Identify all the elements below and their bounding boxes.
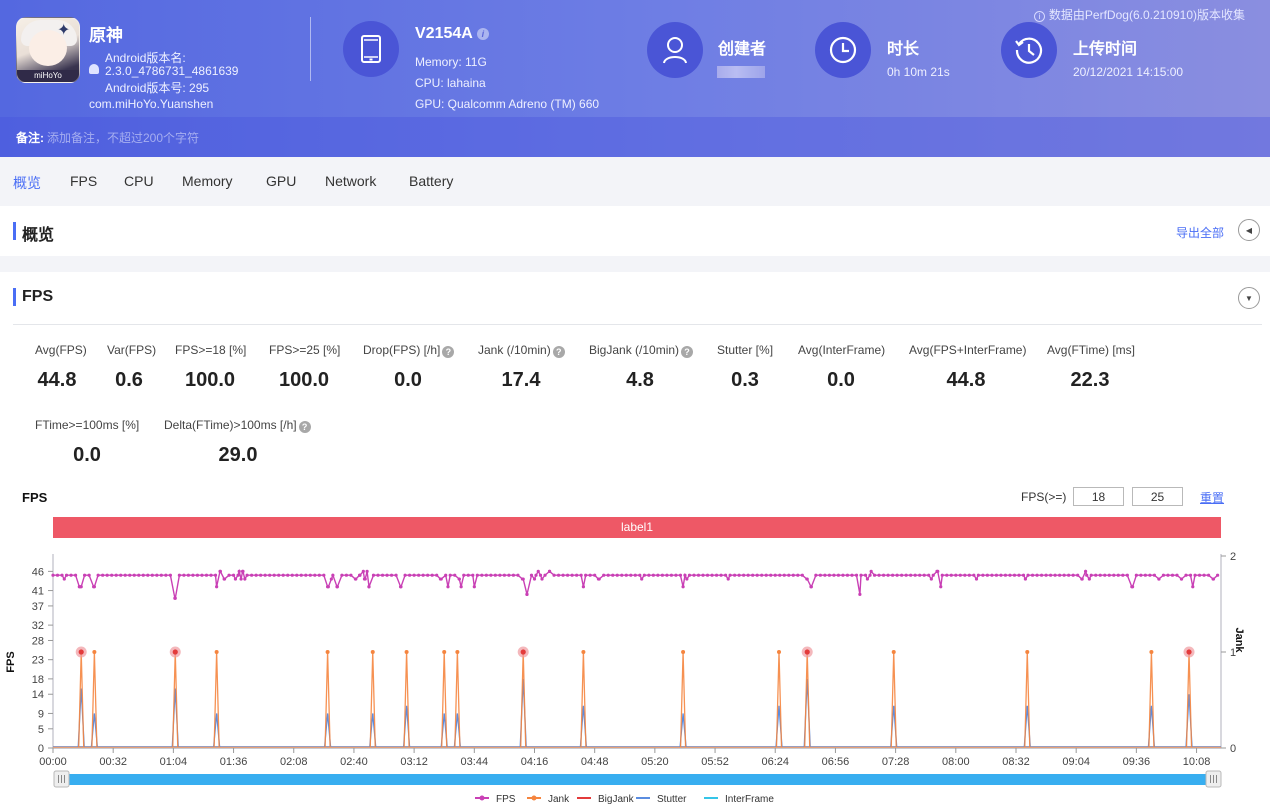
creator-title: 创建者 [718, 41, 767, 58]
report-header: ✦ miHoYo 原神 Android版本名: 2.3.0_4786731_48… [0, 0, 1270, 157]
app-name: 原神 [89, 26, 123, 45]
export-all-link[interactable]: 导出全部 [1176, 224, 1224, 241]
note-label: 备注: [16, 131, 44, 145]
device-memory: Memory: 11G [415, 55, 487, 69]
range-label-bar[interactable]: label1 [53, 517, 1221, 538]
metric-label: Avg(FPS+InterFrame) [909, 343, 1026, 357]
metric-value: 4.8 [626, 369, 654, 391]
overview-card [0, 206, 1270, 256]
help-icon[interactable]: ? [442, 346, 455, 358]
duration-value: 0h 10m 21s [887, 65, 950, 79]
metric-label: Jank (/10min)? [478, 343, 565, 358]
metric-label: BigJank (/10min)? [589, 343, 694, 358]
section-marker [13, 288, 16, 306]
caret-left-icon: ◀ [1245, 225, 1253, 235]
header-divider [310, 17, 311, 81]
duration-title: 时长 [887, 41, 920, 58]
help-icon[interactable]: ? [298, 421, 311, 433]
metric-label-text: Stutter [%] [717, 343, 774, 357]
section-marker [13, 222, 16, 240]
help-icon[interactable]: ? [681, 346, 694, 358]
metric-value: 44.8 [37, 369, 77, 391]
device-cpu: CPU: lahaina [415, 76, 486, 90]
android-icon [89, 64, 99, 74]
metric-value: 100.0 [184, 369, 236, 391]
tab-battery[interactable]: Battery [409, 173, 453, 189]
metric-label: Drop(FPS) [/h]? [363, 343, 455, 358]
app-icon: ✦ miHoYo [16, 17, 80, 83]
device-model: V2154A i [415, 25, 489, 43]
tab-overview[interactable]: 概览 [13, 173, 41, 193]
metric-value: 0.6 [115, 369, 143, 391]
tab-network[interactable]: Network [325, 173, 376, 189]
upload-time: 20/12/2021 14:15:00 [1073, 65, 1184, 79]
device-gpu: GPU: Qualcomm Adreno (TM) 660 [415, 97, 600, 111]
creator-name-redacted [717, 66, 765, 78]
fps-threshold-2-input[interactable] [1132, 487, 1183, 506]
metric-label: Avg(FPS) [35, 343, 87, 357]
metric-label: Avg(InterFrame) [798, 343, 885, 357]
clock-icon [815, 22, 871, 78]
overview-title: 概览 [22, 227, 55, 244]
metric-label: FPS>=25 [%] [269, 343, 340, 357]
fps-section-title: FPS [22, 288, 54, 305]
help-icon[interactable]: ? [552, 346, 565, 358]
fps-threshold-label: FPS(>=) [1021, 490, 1067, 504]
metric-label-text: Avg(FPS) [35, 343, 87, 357]
metric-label-text: BigJank (/10min) [589, 343, 680, 357]
metric-label-text: FTime>=100ms [%] [35, 418, 140, 432]
metric-label-text: Var(FPS) [107, 343, 157, 357]
tab-fps[interactable]: FPS [70, 173, 97, 189]
metric-label: Delta(FTime)>100ms [/h]? [164, 418, 311, 433]
metric-label-text: FPS>=18 [%] [175, 343, 247, 357]
reset-link[interactable]: 重置 [1200, 489, 1224, 506]
metric-label-text: Drop(FPS) [/h] [363, 343, 441, 357]
divider [13, 324, 1262, 325]
version-code: Android版本号: 295 [105, 81, 210, 95]
info-circle-icon: i [1033, 11, 1045, 22]
fps-threshold-1-input[interactable] [1073, 487, 1124, 506]
phone-icon [343, 21, 399, 77]
note-input[interactable]: 添加备注，不超过200个字符 [47, 129, 199, 146]
metric-value: 0.0 [827, 369, 855, 391]
metric-value: 44.8 [946, 369, 986, 391]
metric-label: Stutter [%] [717, 343, 773, 357]
metric-label: FPS>=18 [%] [175, 343, 246, 357]
metric-label-text: Jank (/10min) [478, 343, 551, 357]
metric-value: 22.3 [1070, 369, 1110, 391]
metric-value: 100.0 [278, 369, 330, 391]
metric-value: 0.0 [73, 444, 101, 466]
info-icon[interactable]: i [476, 27, 489, 40]
user-icon [647, 22, 703, 78]
metric-value: 17.4 [501, 369, 541, 391]
metric-label-text: Avg(FPS+InterFrame) [909, 343, 1027, 357]
metric-label: Avg(FTime) [ms] [1047, 343, 1135, 357]
metric-label-text: Avg(InterFrame) [798, 343, 886, 357]
metric-value: 0.3 [731, 369, 759, 391]
metric-label-text: FPS>=25 [%] [269, 343, 341, 357]
tab-gpu[interactable]: GPU [266, 173, 296, 189]
package-name: com.miHoYo.Yuanshen [89, 97, 214, 111]
metric-label-text: Avg(FTime) [ms] [1047, 343, 1136, 357]
expand-button[interactable]: ▼ [1238, 287, 1260, 309]
version-name: 2.3.0_4786731_4861639 [105, 64, 239, 78]
upload-title: 上传时间 [1073, 41, 1138, 58]
chart-title: FPS [22, 490, 48, 505]
metric-label: Var(FPS) [107, 343, 156, 357]
metric-label: FTime>=100ms [%] [35, 418, 139, 432]
tab-memory[interactable]: Memory [182, 173, 233, 189]
caret-down-icon: ▼ [1245, 293, 1253, 303]
metric-value: 0.0 [394, 369, 422, 391]
history-icon [1001, 22, 1057, 78]
metric-value: 29.0 [218, 444, 258, 466]
metric-label-text: Delta(FTime)>100ms [/h] [164, 418, 297, 432]
collapse-left-button[interactable]: ◀ [1238, 219, 1260, 241]
tab-cpu[interactable]: CPU [124, 173, 154, 189]
collected-by-note: i 数据由PerfDog(6.0.210910)版本收集 [1033, 6, 1245, 23]
